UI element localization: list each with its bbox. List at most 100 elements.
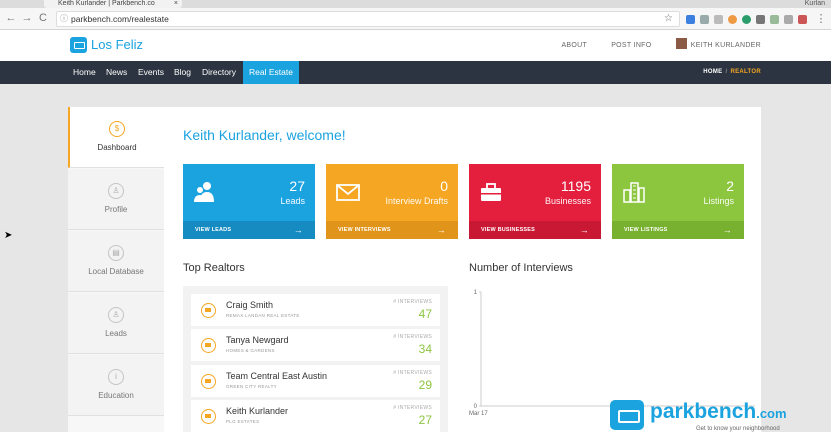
sidebar-item-label: Education [98,391,134,400]
sidebar-item-dashboard[interactable]: $ Dashboard [68,107,164,168]
building-icon [623,182,645,203]
nav-item-home[interactable]: Home [67,61,102,84]
extension-icon[interactable] [728,15,737,24]
site-logo-icon[interactable] [70,37,87,53]
realtor-org: PLG ESTATES [226,419,260,424]
interviews-caption: # INTERVIEWS [393,370,432,376]
watermark-brand: parkbench.com [650,400,787,424]
person-icon: ♙ [108,183,124,199]
list-item[interactable]: Team Central East Austin GREEN CITY REAL… [191,365,440,397]
extension-icon[interactable] [700,15,709,24]
card-action-label: VIEW INTERVIEWS [338,227,391,233]
card-number: 27 [289,178,305,194]
card-number: 2 [726,178,734,194]
reload-icon[interactable]: C [36,12,50,24]
realtor-name: Craig Smith [226,300,274,310]
nav-item-events[interactable]: Events [132,61,170,84]
user-menu[interactable]: KEITH KURLANDER [675,38,761,49]
card-action-label: VIEW BUSINESSES [481,227,536,233]
briefcase-icon [481,183,501,201]
view-interviews-link[interactable]: VIEW INTERVIEWS → [326,221,458,239]
card-number: 0 [440,178,448,194]
header-links: ABOUT POST INFO KEITH KURLANDER [539,38,761,49]
database-icon: ▤ [108,245,124,261]
sidebar-item-label: Local Database [88,267,144,276]
tab-close-icon[interactable]: × [174,0,178,7]
browser-tab[interactable]: Keith Kurlander | Parkbench.co × [44,0,182,8]
realtor-icon [201,338,216,353]
site-header: Los Feliz ABOUT POST INFO KEITH KURLANDE… [0,30,831,61]
sidebar-item-leads[interactable]: ♙ Leads [68,293,164,354]
nav-item-directory[interactable]: Directory [196,61,242,84]
view-businesses-link[interactable]: VIEW BUSINESSES → [469,221,601,239]
site-info-icon[interactable]: ⓘ [60,12,68,26]
envelope-icon [336,184,360,201]
card-label: Businesses [544,196,591,206]
view-leads-link[interactable]: VIEW LEADS → [183,221,315,239]
breadcrumb: HOME / REALTOR [703,61,761,84]
extension-icon[interactable] [784,15,793,24]
sidebar-item-label: Leads [105,329,127,338]
breadcrumb-separator: / [725,69,728,75]
chart-title: Number of Interviews [469,262,573,274]
forward-icon[interactable]: → [20,12,34,24]
nav-item-blog[interactable]: Blog [168,61,197,84]
extension-icon[interactable] [686,15,695,24]
arrow-right-icon: → [579,225,589,235]
breadcrumb-home[interactable]: HOME [703,69,722,75]
parkbench-watermark: parkbench.com Get to know your neighborh… [610,398,831,432]
site-name[interactable]: Los Feliz [91,37,143,52]
realtor-name: Team Central East Austin [226,371,328,381]
extension-icon[interactable] [714,15,723,24]
realtor-org: HOMES & GARDENS [226,348,275,353]
card-action-label: VIEW LEADS [195,227,232,233]
tab-title: Keith Kurlander | Parkbench.co [58,0,155,7]
interview-count: 29 [418,378,432,392]
sidebar-item-local-database[interactable]: ▤ Local Database [68,231,164,292]
dashboard-sidebar: $ Dashboard ♙ Profile ▤ Local Database ♙… [68,107,164,432]
realtor-icon [201,374,216,389]
address-bar[interactable]: ⓘ parkbench.com/realestate ☆ [56,11,680,27]
welcome-heading: Keith Kurlander, welcome! [183,127,346,143]
realtor-org: REMAX LANDAN REAL ESTATE [226,313,300,318]
arrow-right-icon: → [436,225,446,235]
post-info-link[interactable]: POST INFO [611,42,651,49]
arrow-right-icon: → [722,225,732,235]
card-action-label: VIEW LISTINGS [624,227,668,233]
extension-icon[interactable] [742,15,751,24]
list-item[interactable]: Tanya Newgard HOMES & GARDENS # INTERVIE… [191,329,440,361]
people-icon [194,182,214,202]
interview-drafts-card[interactable]: 0 Interview Drafts VIEW INTERVIEWS → [326,164,458,239]
extension-icon[interactable] [798,15,807,24]
dollar-icon: $ [109,121,125,137]
browser-menu-icon[interactable]: ⋮ [814,12,828,25]
extension-icon[interactable] [770,15,779,24]
info-icon: i [108,369,124,385]
list-item[interactable]: Craig Smith REMAX LANDAN REAL ESTATE # I… [191,294,440,326]
card-label: Leads [280,196,305,206]
realtor-icon [201,303,216,318]
nav-item-real-estate[interactable]: Real Estate [243,61,299,84]
browser-toolbar: ← → C ⓘ parkbench.com/realestate ☆ ⋮ [0,8,831,30]
browser-profile-name[interactable]: Kurlan [805,0,825,7]
back-icon[interactable]: ← [4,12,18,24]
sidebar-item-education[interactable]: i Education [68,355,164,416]
url-text: parkbench.com/realestate [71,14,169,24]
realtor-org: GREEN CITY REALTY [226,384,277,389]
watermark-tagline: Get to know your neighborhood [696,426,780,432]
breadcrumb-current: REALTOR [730,69,761,75]
about-link[interactable]: ABOUT [561,42,587,49]
leads-card[interactable]: 27 Leads VIEW LEADS → [183,164,315,239]
top-realtors-list: Craig Smith REMAX LANDAN REAL ESTATE # I… [183,286,448,432]
nav-item-news[interactable]: News [100,61,133,84]
interviews-caption: # INTERVIEWS [393,334,432,340]
leads-icon: ♙ [108,307,124,323]
list-item[interactable]: Keith Kurlander PLG ESTATES # INTERVIEWS… [191,400,440,432]
bookmark-star-icon[interactable]: ☆ [664,12,673,26]
listings-card[interactable]: 2 Listings VIEW LISTINGS → [612,164,744,239]
businesses-card[interactable]: 1195 Businesses VIEW BUSINESSES → [469,164,601,239]
watermark-brand-name: parkbench [650,400,757,423]
sidebar-item-profile[interactable]: ♙ Profile [68,169,164,230]
extension-icon[interactable] [756,15,765,24]
view-listings-link[interactable]: VIEW LISTINGS → [612,221,744,239]
